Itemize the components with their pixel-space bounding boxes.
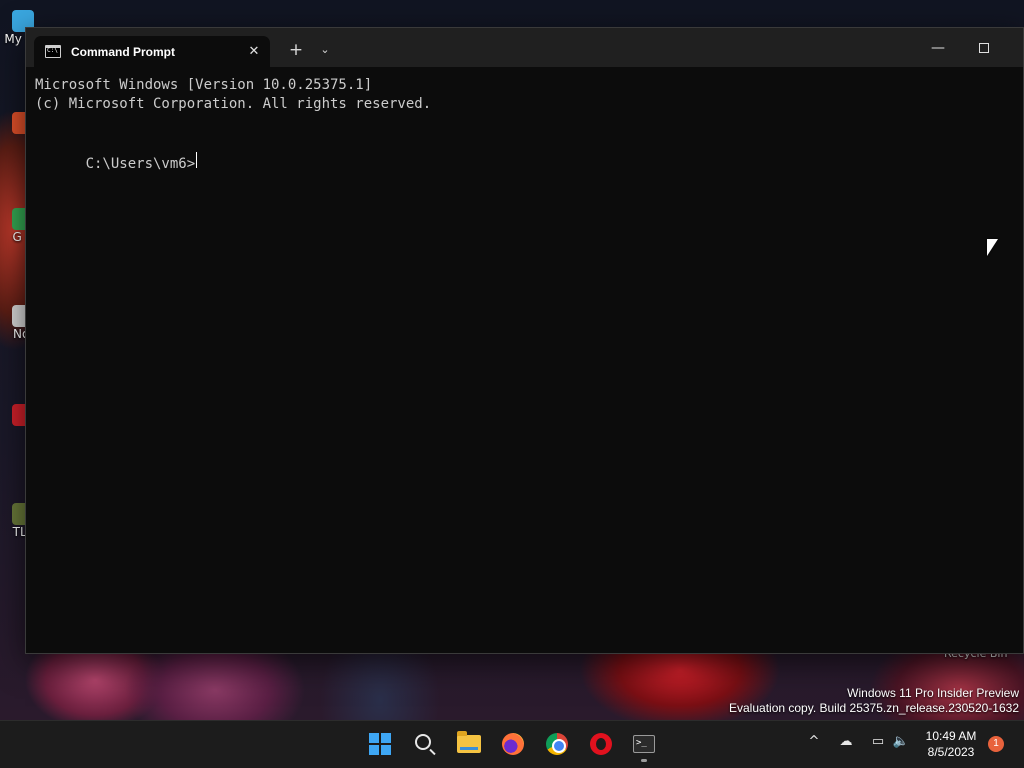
tab-title: Command Prompt <box>71 44 176 59</box>
command-prompt-window[interactable]: Command Prompt ✕ + ⌄ — Microsoft Windows… <box>25 27 1024 654</box>
prompt-text: C:\Users\vm6> <box>85 156 196 172</box>
new-tab-button[interactable]: + <box>283 38 309 62</box>
search-icon <box>415 734 431 750</box>
console-output[interactable]: Microsoft Windows [Version 10.0.25375.1]… <box>26 67 1023 653</box>
chrome-icon <box>546 733 568 755</box>
mouse-pointer-icon <box>987 239 998 256</box>
tab-command-prompt[interactable]: Command Prompt ✕ <box>34 36 270 67</box>
volume-icon[interactable]: 🔈 <box>891 734 911 749</box>
terminal-icon: >_ <box>633 735 655 753</box>
title-bar[interactable]: Command Prompt ✕ + ⌄ — <box>26 28 1023 67</box>
firefox-icon <box>502 733 524 755</box>
active-app-indicator <box>641 759 647 762</box>
maximize-icon <box>979 43 989 53</box>
prompt-line[interactable]: C:\Users\vm6> <box>35 133 1023 172</box>
opera-icon <box>590 733 612 755</box>
close-tab-icon[interactable]: ✕ <box>240 44 268 59</box>
chevron-down-icon[interactable]: ⌄ <box>312 38 338 62</box>
network-icon[interactable]: ▭ <box>868 734 888 749</box>
watermark-edition: Windows 11 Pro Insider Preview <box>847 686 1019 700</box>
cmd-icon <box>45 45 61 58</box>
version-line: Microsoft Windows [Version 10.0.25375.1] <box>35 77 373 93</box>
text-cursor <box>196 152 198 168</box>
folder-icon <box>457 731 481 753</box>
maximize-button[interactable] <box>961 34 1007 62</box>
watermark-build: Evaluation copy. Build 25375.zn_release.… <box>729 701 1019 715</box>
show-hidden-icons-chevron-icon[interactable]: ^ <box>804 734 824 749</box>
file-explorer-button[interactable] <box>453 728 485 760</box>
search-button[interactable] <box>409 728 441 760</box>
notification-badge[interactable]: 1 <box>988 736 1004 752</box>
minimize-button[interactable]: — <box>915 34 961 62</box>
onedrive-icon[interactable]: ☁ <box>836 734 856 749</box>
chrome-button[interactable] <box>541 728 573 760</box>
clock-time: 10:49 AM <box>925 729 977 743</box>
clock[interactable]: 10:49 AM 8/5/2023 <box>918 728 984 760</box>
start-button[interactable] <box>364 728 396 760</box>
opera-button[interactable] <box>585 728 617 760</box>
terminal-button[interactable]: >_ <box>628 728 660 760</box>
windows-logo-icon <box>369 733 391 755</box>
windows-watermark: Windows 11 Pro Insider Preview Evaluatio… <box>729 686 1019 716</box>
firefox-button[interactable] <box>497 728 529 760</box>
copyright-line: (c) Microsoft Corporation. All rights re… <box>35 96 432 112</box>
clock-date: 8/5/2023 <box>927 745 975 759</box>
